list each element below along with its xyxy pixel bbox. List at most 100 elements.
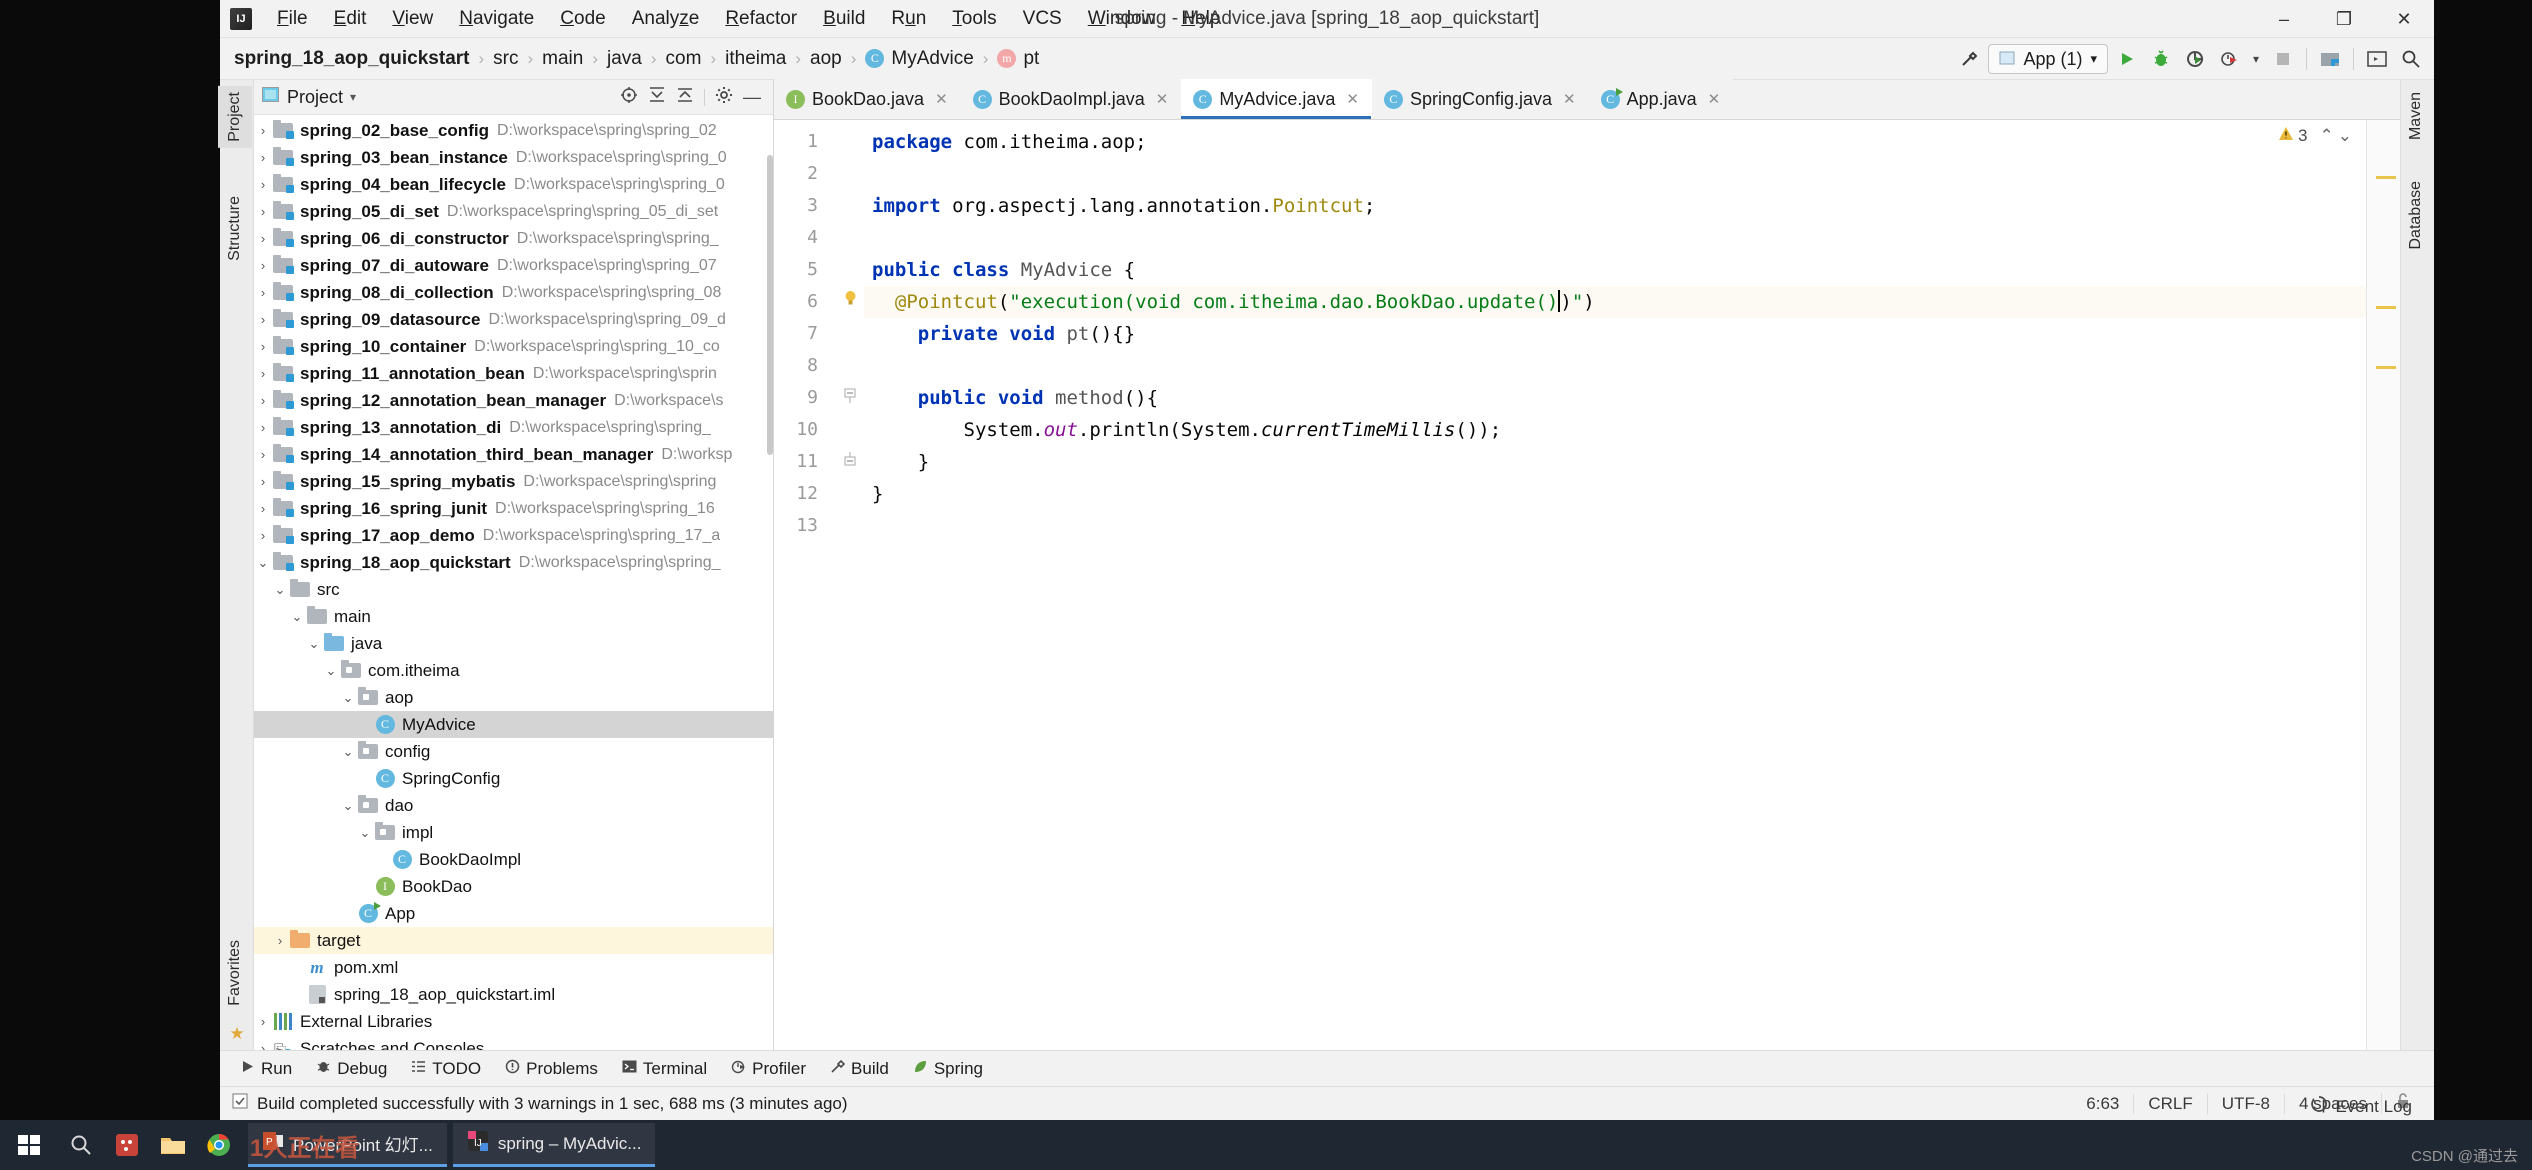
menu-item-vcs[interactable]: VCS (1010, 4, 1075, 34)
project-tree[interactable]: ›spring_02_base_configD:\workspace\sprin… (254, 115, 773, 1050)
close-button[interactable]: ✕ (2374, 0, 2434, 38)
chevron-right-icon[interactable]: › (254, 204, 272, 219)
tree-node[interactable]: ›External Libraries (254, 1008, 773, 1035)
caret-position[interactable]: 6:63 (2072, 1094, 2133, 1114)
code-line[interactable] (864, 510, 2366, 542)
tree-node[interactable]: ›spring_06_di_constructorD:\workspace\sp… (254, 225, 773, 252)
stop-icon[interactable] (2268, 44, 2298, 74)
menu-item-code[interactable]: Code (547, 4, 618, 34)
bottom-tool-profiler[interactable]: Profiler (721, 1056, 816, 1082)
code-line[interactable] (864, 350, 2366, 382)
menu-item-run[interactable]: Run (878, 4, 939, 34)
chevron-right-icon[interactable]: › (254, 420, 272, 435)
chevron-down-icon[interactable]: ⌄ (305, 636, 323, 652)
chevron-down-icon[interactable]: ⌄ (339, 690, 357, 706)
code-line[interactable]: import org.aspectj.lang.annotation.Point… (864, 190, 2366, 222)
tree-node[interactable]: ›Scratches and Consoles (254, 1035, 773, 1050)
close-icon[interactable]: ✕ (1563, 90, 1576, 108)
tree-node[interactable]: ›spring_09_datasourceD:\workspace\spring… (254, 306, 773, 333)
chevron-right-icon[interactable]: › (254, 1014, 272, 1029)
menu-item-help[interactable]: Help (1168, 4, 1233, 34)
tree-node[interactable]: ⌄config (254, 738, 773, 765)
code-line[interactable]: package com.itheima.aop; (864, 126, 2366, 158)
code-line[interactable]: } (864, 478, 2366, 510)
chevron-down-icon[interactable]: ⌄ (339, 744, 357, 760)
breadcrumb-java[interactable]: java (607, 48, 642, 70)
chevron-right-icon[interactable]: › (254, 366, 272, 381)
chevron-right-icon[interactable]: › (254, 123, 272, 138)
tree-node[interactable]: ›spring_02_base_configD:\workspace\sprin… (254, 117, 773, 144)
chevron-down-icon[interactable]: ⌄ (254, 555, 272, 571)
chevron-down-icon[interactable]: ⌄ (288, 609, 306, 625)
close-icon[interactable]: ✕ (1346, 90, 1359, 108)
chevron-right-icon[interactable]: › (254, 258, 272, 273)
tree-node[interactable]: CBookDaoImpl (254, 846, 773, 873)
chevron-right-icon[interactable]: › (254, 1041, 272, 1050)
warning-marker[interactable] (2376, 366, 2396, 369)
menu-item-file[interactable]: File (264, 4, 321, 34)
chevron-right-icon[interactable]: › (254, 339, 272, 354)
tree-node[interactable]: CMyAdvice (254, 711, 773, 738)
chrome-icon[interactable] (196, 1120, 242, 1170)
project-structure-icon[interactable] (2315, 44, 2345, 74)
chevron-right-icon[interactable]: › (254, 177, 272, 192)
scroll-from-source-icon[interactable] (620, 86, 638, 109)
code-line[interactable] (864, 222, 2366, 254)
profiler-dropdown-icon[interactable]: ▾ (2248, 44, 2264, 74)
maximize-button[interactable]: ❐ (2314, 0, 2374, 38)
menu-item-edit[interactable]: Edit (321, 4, 380, 34)
analysis-strip[interactable] (2366, 120, 2400, 1050)
fold-open-icon[interactable] (840, 388, 860, 409)
breadcrumb-pt[interactable]: pt (1023, 48, 1039, 70)
editor-tab-bookdaoimpl[interactable]: CBookDaoImpl.java✕ (961, 79, 1182, 119)
breadcrumb-project[interactable]: spring_18_aop_quickstart (234, 48, 469, 70)
code-line[interactable]: private void pt(){} (864, 318, 2366, 350)
expand-all-icon[interactable] (648, 86, 666, 109)
tree-node[interactable]: ⌄com.itheima (254, 657, 773, 684)
run-icon[interactable] (2112, 44, 2142, 74)
close-icon[interactable]: ✕ (935, 90, 948, 108)
prev-problem-icon[interactable]: ⌃ (2320, 126, 2334, 146)
breadcrumb-itheima[interactable]: itheima (725, 48, 786, 70)
windows-start-icon[interactable] (0, 1120, 58, 1170)
chevron-down-icon[interactable]: ⌄ (271, 582, 289, 598)
bottom-tool-run[interactable]: Run (230, 1056, 302, 1082)
project-tree-scrollbar[interactable] (767, 155, 773, 455)
sidebar-item-project[interactable]: Project (218, 86, 252, 148)
warning-marker[interactable] (2376, 176, 2396, 179)
chevron-right-icon[interactable]: › (254, 447, 272, 462)
minimize-button[interactable]: – (2254, 0, 2314, 38)
menu-item-build[interactable]: Build (810, 4, 878, 34)
menu-item-navigate[interactable]: Navigate (446, 4, 547, 34)
chevron-right-icon[interactable]: › (254, 474, 272, 489)
tree-node[interactable]: ›spring_17_aop_demoD:\workspace\spring\s… (254, 522, 773, 549)
bottom-tool-todo[interactable]: TODO (401, 1056, 491, 1082)
editor-tab-app[interactable]: CApp.java✕ (1589, 79, 1734, 119)
code-line[interactable]: @Pointcut("execution(void com.itheima.da… (864, 286, 2366, 318)
tree-node[interactable]: ⌄java (254, 630, 773, 657)
debug-icon[interactable] (2146, 44, 2176, 74)
code-line[interactable]: System.out.println(System.currentTimeMil… (864, 414, 2366, 446)
editor-tab-springconfig[interactable]: CSpringConfig.java✕ (1372, 79, 1589, 119)
breadcrumb-com[interactable]: com (666, 48, 702, 70)
bottom-tool-spring[interactable]: Spring (903, 1056, 993, 1082)
tree-node[interactable]: CSpringConfig (254, 765, 773, 792)
favorites-star-icon[interactable]: ★ (220, 1024, 254, 1044)
sidebar-item-database[interactable]: Database (2399, 175, 2433, 256)
menu-item-refactor[interactable]: Refactor (712, 4, 810, 34)
tree-node[interactable]: ⌄src (254, 576, 773, 603)
tree-node[interactable]: ›target (254, 927, 773, 954)
tree-node[interactable]: ›spring_16_spring_junitD:\workspace\spri… (254, 495, 773, 522)
file-encoding[interactable]: UTF-8 (2207, 1094, 2284, 1114)
tree-node[interactable]: ›spring_12_annotation_bean_managerD:\wor… (254, 387, 773, 414)
tree-node[interactable]: ⌄main (254, 603, 773, 630)
bottom-tool-build[interactable]: Build (820, 1056, 899, 1082)
tree-node[interactable]: ›spring_03_bean_instanceD:\workspace\spr… (254, 144, 773, 171)
taskbar-app-intellij[interactable]: IJ spring – MyAdvic... (453, 1123, 656, 1167)
terminal-window-icon[interactable] (2362, 44, 2392, 74)
chevron-right-icon[interactable]: › (254, 501, 272, 516)
sidebar-item-favorites[interactable]: Favorites (218, 934, 252, 1012)
tree-node[interactable]: ⌄impl (254, 819, 773, 846)
build-hammer-icon[interactable] (1954, 44, 1984, 74)
run-configuration-selector[interactable]: App (1) ▾ (1988, 44, 2108, 74)
